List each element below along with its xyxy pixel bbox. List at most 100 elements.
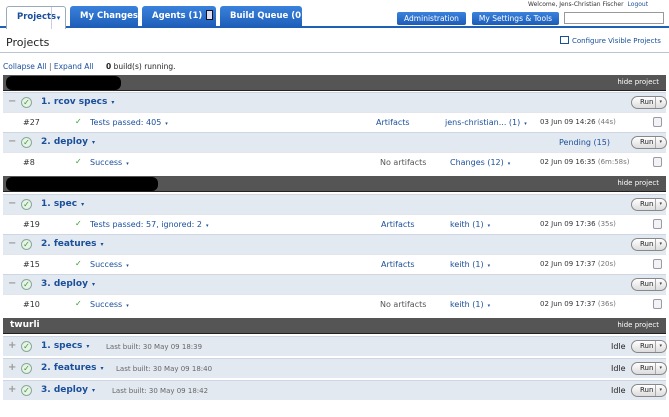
collapse-all-link[interactable]: Collapse All (3, 62, 47, 71)
run-button[interactable]: Run ▾ (631, 340, 667, 353)
run-button[interactable]: Run ▾ (631, 278, 667, 291)
administration-button[interactable]: Administration (397, 12, 466, 25)
chevron-down-icon[interactable]: ▾ (92, 387, 95, 394)
build-config-name[interactable]: 2. deploy ▾ (41, 137, 95, 147)
stop-icon[interactable] (653, 299, 662, 309)
chevron-down-icon[interactable]: ▾ (165, 121, 168, 127)
build-number[interactable]: #15 (23, 260, 40, 269)
run-button[interactable]: Run ▾ (631, 96, 667, 109)
run-label: Run (640, 364, 654, 372)
project-name[interactable]: twurli (10, 320, 40, 330)
chevron-down-icon[interactable]: ▾ (655, 97, 662, 108)
run-button[interactable]: Run ▾ (631, 238, 667, 251)
run-button[interactable]: Run ▾ (631, 136, 667, 149)
build-config-name[interactable]: 1. spec ▾ (41, 199, 84, 209)
separator: | (48, 62, 52, 71)
build-result[interactable]: Success ▾ (90, 158, 129, 167)
build-config-name[interactable]: 2. features ▾ (41, 239, 104, 249)
chevron-down-icon[interactable]: ▾ (81, 201, 84, 208)
my-settings-button[interactable]: My Settings & Tools (472, 12, 559, 25)
page-title: Projects (6, 36, 50, 49)
chevron-down-icon[interactable]: ▾ (206, 223, 209, 229)
plus-icon[interactable]: + (8, 340, 16, 351)
hide-project-link[interactable]: hide project (617, 179, 659, 187)
hide-project-link[interactable]: hide project (617, 78, 659, 86)
status-idle: Idle (611, 364, 626, 373)
build-number[interactable]: #19 (23, 220, 40, 229)
chevron-down-icon[interactable]: ▾ (655, 199, 662, 210)
configure-visible-projects-link[interactable]: Configure Visible Projects (560, 36, 661, 45)
chevron-down-icon[interactable]: ▾ (101, 365, 104, 372)
build-config-name[interactable]: 3. deploy ▾ (41, 279, 95, 289)
changes-link[interactable]: keith (1) ▾ (450, 220, 490, 229)
build-config-name[interactable]: 1. rcov specs ▾ (41, 97, 114, 107)
chevron-down-icon[interactable]: ▾ (51, 7, 65, 29)
check-icon: ✓ (75, 259, 82, 268)
minus-icon[interactable]: − (8, 136, 16, 147)
build-config-name[interactable]: 2. features ▾ (41, 363, 104, 373)
run-button[interactable]: Run ▾ (631, 362, 667, 375)
build-config-row: + ✓ 2. features ▾ Last built: 30 May 09 1… (3, 358, 667, 378)
plus-icon[interactable]: + (8, 384, 16, 395)
changes-link[interactable]: jens-christian... (1) ▾ (445, 118, 527, 127)
artifacts-link[interactable]: Artifacts (381, 220, 415, 229)
chevron-down-icon[interactable]: ▾ (126, 263, 129, 269)
chevron-down-icon[interactable]: ▾ (655, 279, 662, 290)
minus-icon[interactable]: − (8, 238, 16, 249)
changes-link[interactable]: keith (1) ▾ (450, 300, 490, 309)
chevron-down-icon[interactable]: ▾ (92, 281, 95, 288)
build-number[interactable]: #27 (23, 118, 40, 127)
chevron-down-icon[interactable]: ▾ (488, 263, 491, 269)
chevron-down-icon[interactable]: ▾ (126, 161, 129, 167)
minus-icon[interactable]: − (8, 278, 16, 289)
build-result[interactable]: Tests passed: 57, ignored: 2 ▾ (90, 220, 209, 229)
changes-link[interactable]: keith (1) ▾ (450, 260, 490, 269)
chevron-down-icon[interactable]: ▾ (524, 121, 527, 127)
minus-icon[interactable]: − (8, 96, 16, 107)
build-config-name[interactable]: 1. specs ▾ (41, 341, 89, 351)
tab-projects[interactable]: Projects ▾ (6, 6, 66, 29)
expand-all-link[interactable]: Expand All (54, 62, 94, 71)
run-label: Run (640, 280, 654, 288)
chevron-down-icon[interactable]: ▾ (488, 303, 491, 309)
chevron-down-icon[interactable]: ▾ (111, 99, 114, 106)
chevron-down-icon[interactable]: ▾ (508, 161, 511, 167)
chevron-down-icon[interactable]: ▾ (655, 137, 662, 148)
chevron-down-icon[interactable]: ▾ (488, 223, 491, 229)
run-button[interactable]: Run ▾ (631, 384, 667, 397)
stop-icon[interactable] (653, 117, 662, 127)
minus-icon[interactable]: − (8, 198, 16, 209)
stop-icon[interactable] (653, 157, 662, 167)
build-config-name[interactable]: 3. deploy ▾ (41, 385, 95, 395)
plus-icon[interactable]: + (8, 362, 16, 373)
artifacts-link[interactable]: Artifacts (381, 260, 415, 269)
search-input[interactable] (564, 12, 664, 24)
chevron-down-icon[interactable]: ▾ (126, 303, 129, 309)
build-number[interactable]: #8 (23, 158, 35, 167)
chevron-down-icon[interactable]: ▾ (92, 139, 95, 146)
stop-icon[interactable] (653, 259, 662, 269)
build-result[interactable]: Success ▾ (90, 300, 129, 309)
chevron-down-icon[interactable]: ▾ (655, 239, 662, 250)
chevron-down-icon[interactable]: ▾ (86, 343, 89, 350)
chevron-down-icon[interactable]: ▾ (655, 385, 662, 396)
build-result[interactable]: Tests passed: 405 ▾ (90, 118, 168, 127)
chevron-down-icon[interactable]: ▾ (101, 241, 104, 248)
chevron-down-icon[interactable]: ▾ (655, 341, 662, 352)
changes-link[interactable]: Changes (12) ▾ (450, 158, 510, 167)
last-built-text: Last built: 30 May 09 18:42 (112, 387, 209, 395)
tab-my-changes[interactable]: My Changes (70, 6, 138, 28)
stop-icon[interactable] (653, 219, 662, 229)
build-number[interactable]: #10 (23, 300, 40, 309)
logout-link[interactable]: Logout (628, 1, 649, 8)
collapse-expand-controls: Collapse All | Expand All (3, 62, 94, 71)
artifacts-link[interactable]: Artifacts (376, 118, 410, 127)
tab-agents[interactable]: Agents (1) (142, 6, 216, 28)
hide-project-link[interactable]: hide project (617, 321, 659, 329)
build-config-row: − ✓ 2. deploy ▾ Pending (15) Run ▾ (3, 132, 667, 152)
pending-changes-link[interactable]: Pending (15) (559, 138, 610, 147)
tab-build-queue[interactable]: Build Queue (0) (220, 6, 305, 28)
build-result[interactable]: Success ▾ (90, 260, 129, 269)
run-button[interactable]: Run ▾ (631, 198, 667, 211)
chevron-down-icon[interactable]: ▾ (655, 363, 662, 374)
